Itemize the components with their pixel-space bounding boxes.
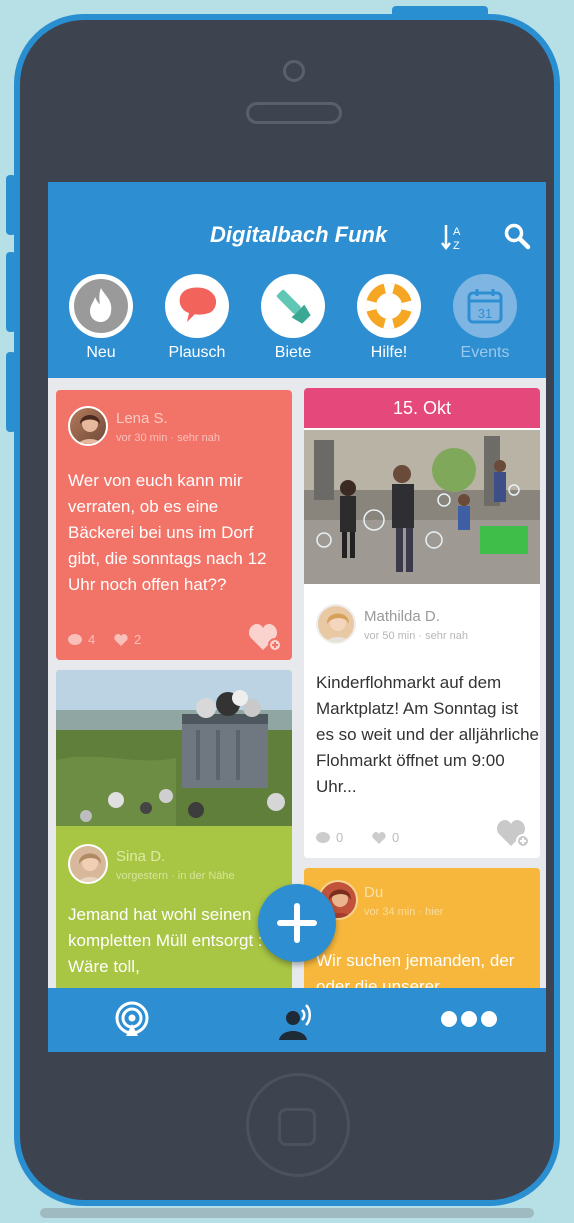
category-events[interactable]: 31 Events [450,274,520,362]
heart-icon [372,831,386,844]
category-label-plausch: Plausch [168,344,226,361]
phone-mute-switch [6,175,16,235]
lifebuoy-icon [366,283,412,329]
like-count[interactable]: 2 [114,632,141,647]
event-card[interactable]: 15. Okt Mathilda D. vor 50 min · sehr na… [304,388,540,858]
post-card[interactable]: Lena S. vor 30 min · sehr nah Wer von eu… [56,390,292,660]
phone-shadow [40,1208,534,1218]
category-label-hilfe: Hilfe! [370,344,408,361]
like-count-value: 2 [134,632,142,647]
category-label-neu: Neu [86,344,116,361]
app-screen: Digitalbach Funk A Z Neu Plausch Biete H… [48,182,546,1052]
comment-count-value: 0 [336,830,344,845]
phone-power-button [392,6,488,18]
post-text: Kinderflohmarkt auf dem Marktplatz! Am S… [316,673,540,796]
svg-text:Z: Z [453,240,460,252]
chat-bubble-icon [179,287,217,322]
phone-volume-up [6,252,16,332]
add-like-icon[interactable] [496,818,530,848]
category-label-events: Events [460,344,510,361]
post-meta: vor 34 min · hier [364,906,444,918]
calendar-day: 31 [478,306,492,321]
user-speaking-icon[interactable] [276,998,318,1042]
avatar[interactable] [316,604,356,644]
post-meta: vor 50 min · sehr nah [364,630,468,642]
flashlight-icon [276,289,311,324]
post-text: Jemand hat wohl seinen kompletten Müll e… [68,905,274,976]
search-icon[interactable] [503,222,531,250]
broadcast-icon[interactable] [112,1000,152,1040]
like-count[interactable]: 0 [372,830,399,845]
calendar-icon: 31 [467,289,503,324]
category-label-biete: Biete [274,344,312,361]
post-author: Du [364,884,384,901]
post-author: Sina D. [116,848,166,865]
category-plausch[interactable]: Plausch [162,274,232,362]
fire-icon [74,279,128,333]
phone-home-square [278,1108,316,1146]
post-meta: vorgestern · in der Nähe [116,870,235,882]
phone-camera [283,60,305,82]
more-dots-icon[interactable] [440,1010,498,1028]
post-author: Mathilda D. [364,608,440,625]
phone-volume-down [6,352,16,432]
heart-icon [114,633,128,646]
post-text: Wer von euch kann mir verraten, ob es ei… [68,471,267,594]
comment-count-value: 4 [88,632,96,647]
event-date: 15. Okt [304,388,540,428]
event-photo [304,430,540,584]
avatar[interactable] [68,844,108,884]
svg-text:A: A [453,226,461,238]
comment-icon [316,831,330,843]
sort-az-icon[interactable]: A Z [441,222,467,252]
app-title: Digitalbach Funk [210,222,388,247]
top-bar: Digitalbach Funk A Z Neu Plausch Biete H… [48,182,546,378]
post-author: Lena S. [116,410,168,427]
like-count-value: 0 [392,830,400,845]
add-post-button[interactable] [258,884,336,962]
category-biete[interactable]: Biete [258,274,328,362]
add-like-icon[interactable] [248,622,282,652]
category-neu[interactable]: Neu [66,274,136,362]
comment-count[interactable]: 4 [68,632,95,647]
post-photo [56,670,292,826]
comment-count[interactable]: 0 [316,830,343,845]
comment-icon [68,633,82,645]
plus-icon [277,903,317,943]
post-meta: vor 30 min · sehr nah [116,432,220,444]
avatar[interactable] [68,406,108,446]
phone-speaker [246,102,342,124]
bottom-nav [48,988,546,1052]
category-hilfe[interactable]: Hilfe! [354,274,424,362]
